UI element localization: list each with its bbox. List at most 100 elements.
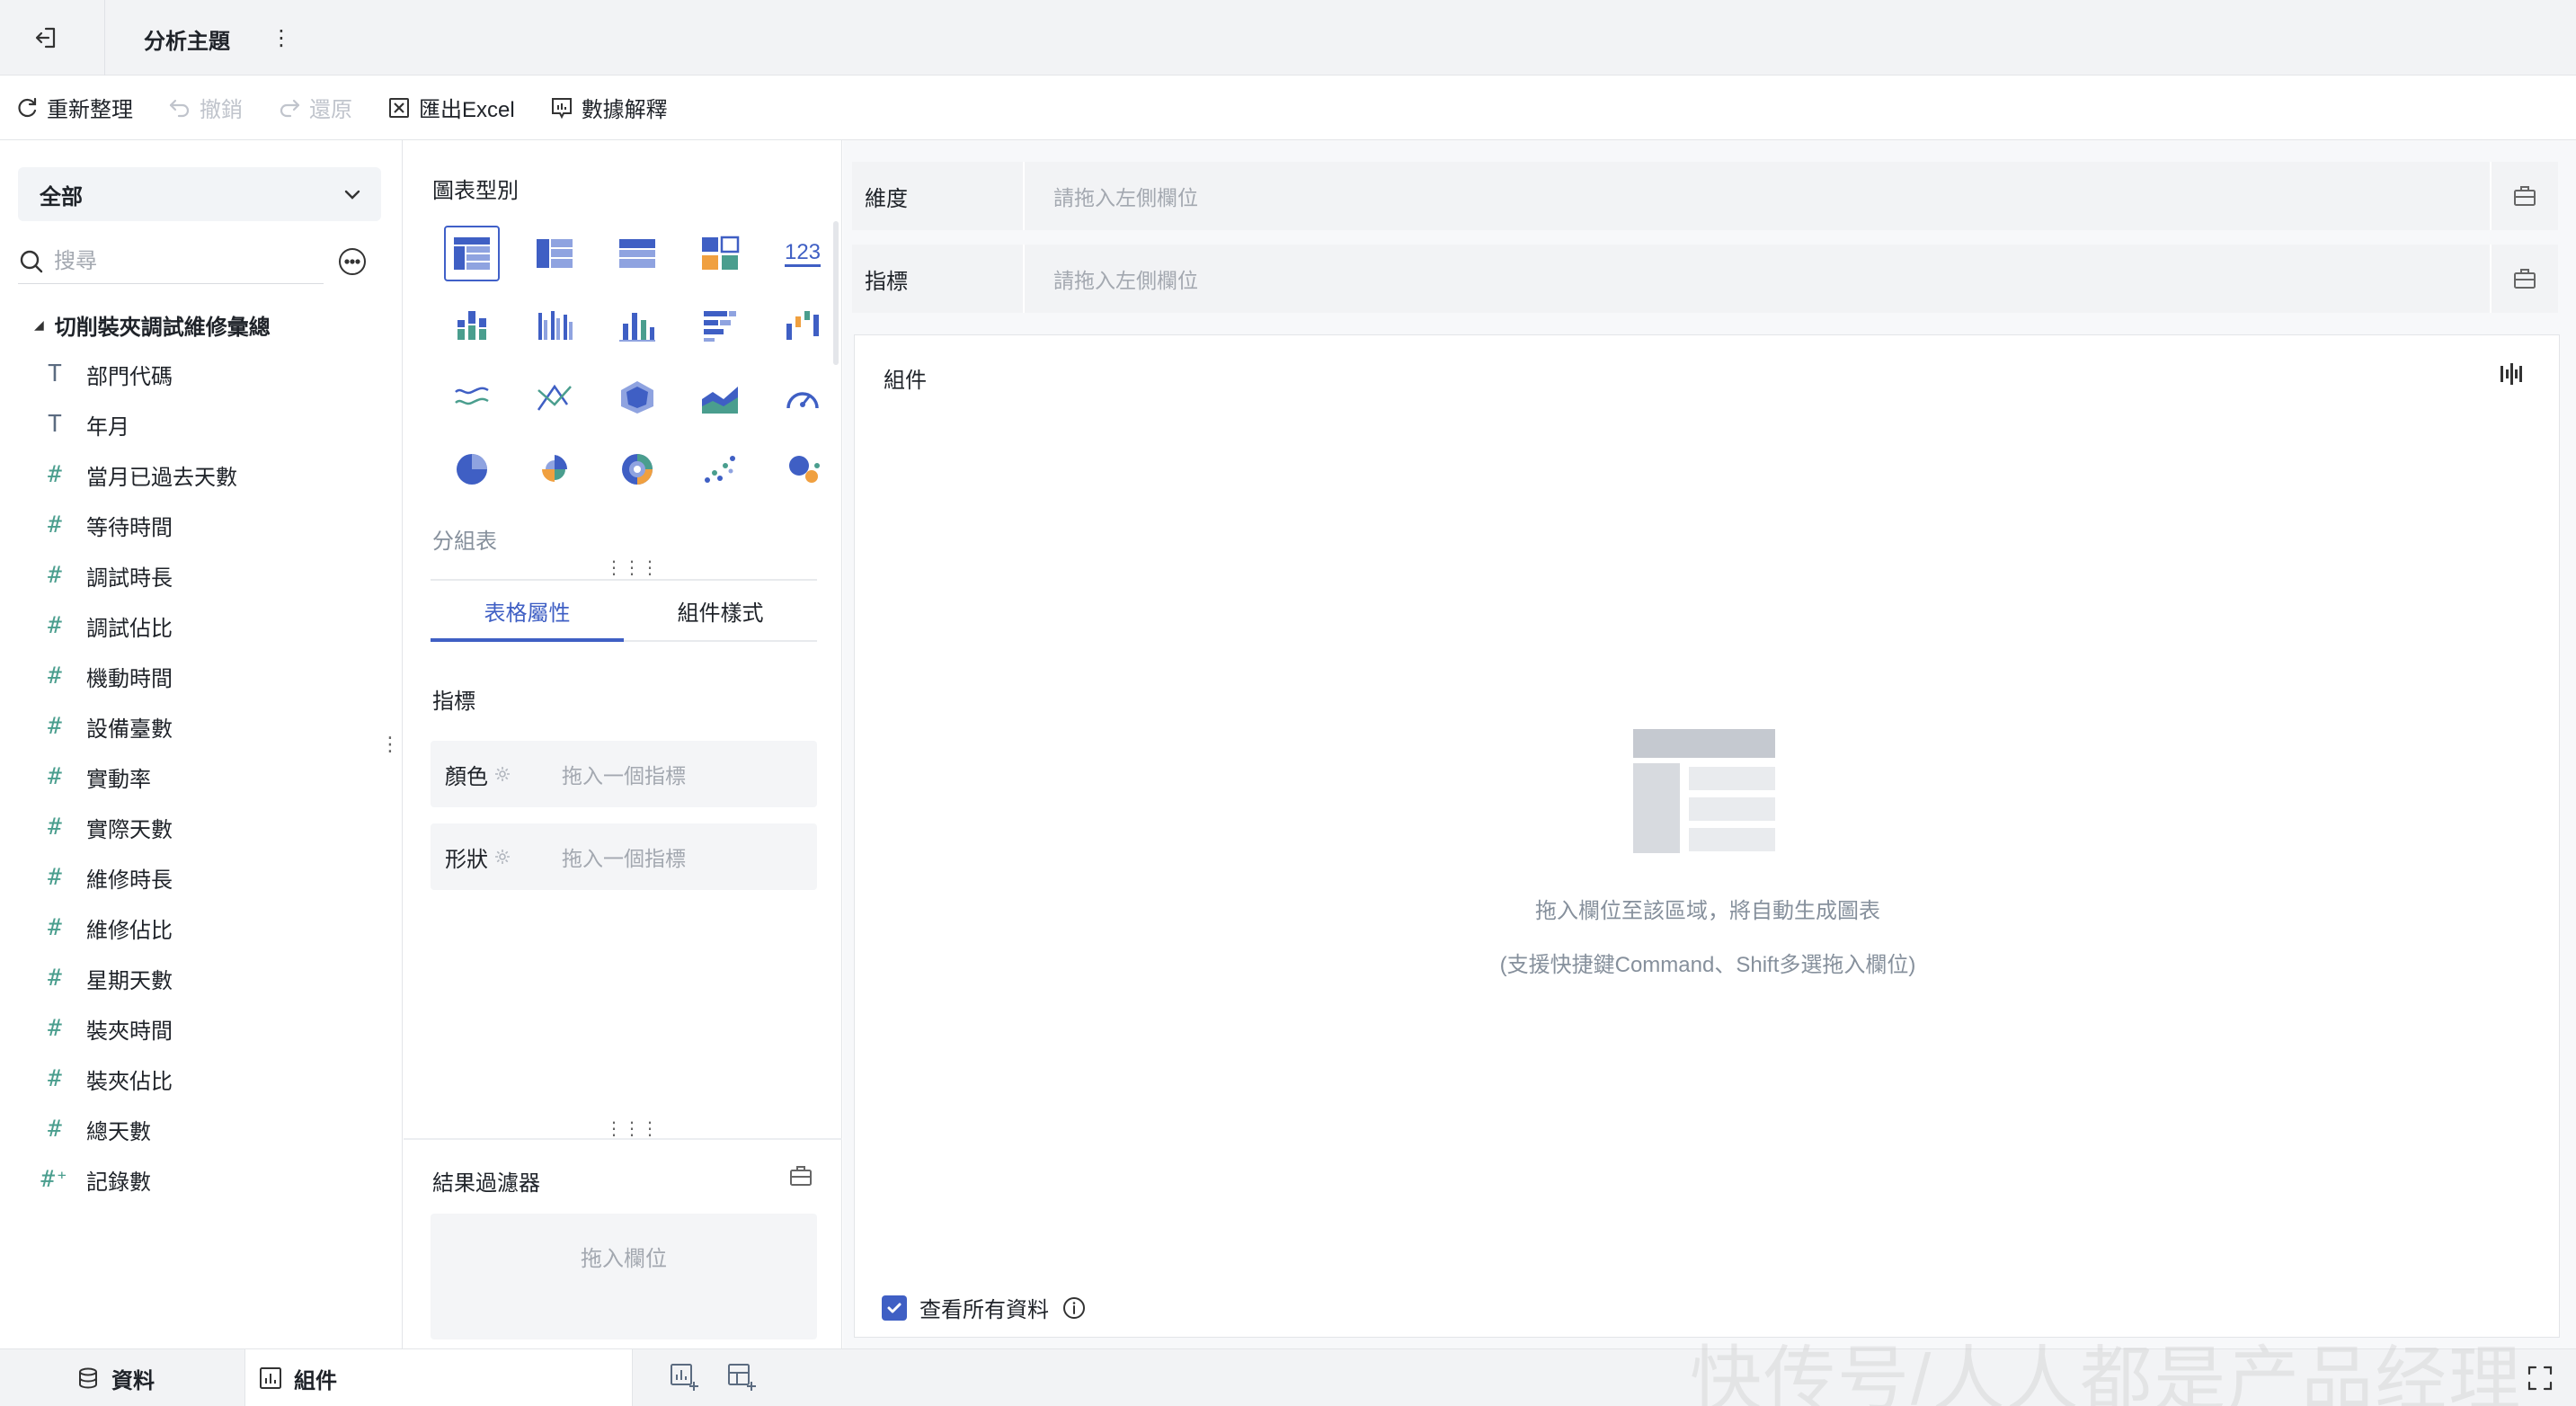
component-canvas[interactable]: 組件 拖入欄位至該區域，將自動生成圖表 (支援快捷鍵Command、Shift多…	[854, 334, 2560, 1338]
excel-icon	[389, 97, 409, 118]
field-label: 裝夾時間	[86, 1019, 173, 1044]
field-item[interactable]: # 星期天數	[40, 953, 381, 1003]
field-item[interactable]: # 總天數	[40, 1104, 381, 1154]
dataset-dropdown[interactable]: 全部	[18, 167, 381, 221]
chart-type-radar[interactable]	[596, 361, 679, 433]
database-icon	[79, 1367, 97, 1389]
shape-label: 形狀	[445, 847, 488, 872]
dimension-config-button[interactable]	[2490, 162, 2558, 230]
chart-type-waterfall[interactable]	[761, 289, 844, 361]
metric-drop-zone[interactable]: 請拖入左側欄位	[1025, 245, 2490, 313]
settings-gear-icon[interactable]	[493, 848, 511, 866]
number-field-icon: #	[48, 512, 62, 538]
chart-type-bubble[interactable]	[761, 433, 844, 505]
tab-components[interactable]: 組件	[244, 1349, 633, 1406]
add-component-icon[interactable]	[669, 1362, 699, 1393]
number-field-icon: #⁺	[40, 1166, 69, 1193]
chart-type-scrollbar[interactable]	[833, 221, 839, 365]
number-field-icon: #	[48, 713, 62, 740]
kpi-icon-text: 123	[785, 240, 821, 264]
color-label-wrap: 顏色	[445, 759, 511, 790]
chart-type-grouped-table[interactable]	[431, 218, 513, 289]
result-filter-drop-zone[interactable]: 拖入欄位	[431, 1214, 817, 1339]
dimension-label: 維度	[852, 162, 1025, 230]
field-item[interactable]: # 調試佔比	[40, 601, 381, 651]
field-item[interactable]: # 等待時間	[40, 500, 381, 550]
text-field-icon: T	[48, 411, 62, 438]
chart-type-kpi[interactable]: 123	[761, 218, 844, 289]
redo-icon	[280, 99, 300, 117]
tab-components-label: 組件	[294, 1368, 337, 1393]
field-item[interactable]: # 實動率	[40, 752, 381, 802]
fullscreen-icon[interactable]	[2526, 1364, 2554, 1393]
chart-type-grouped-column[interactable]	[513, 289, 596, 361]
refresh-button[interactable]: 重新整理	[14, 90, 133, 126]
column-chart-icon	[619, 313, 655, 342]
data-explain-button[interactable]: 數據解釋	[549, 90, 668, 126]
field-item[interactable]: T 部門代碼	[40, 349, 381, 399]
chart-settings-icon[interactable]	[2498, 360, 2525, 387]
view-all-data-checkbox[interactable]: 查看所有資料	[882, 1292, 1087, 1323]
exit-button[interactable]	[29, 20, 65, 56]
chart-type-detail-table[interactable]	[513, 218, 596, 289]
settings-gear-icon[interactable]	[493, 765, 511, 783]
redo-button[interactable]: 還原	[277, 90, 352, 126]
combo-line-icon	[537, 384, 572, 411]
number-field-icon: #	[48, 461, 62, 488]
dimension-drop-zone[interactable]: 請拖入左側欄位	[1025, 162, 2490, 230]
empty-hint-shortcut: (支援快捷鍵Command、Shift多選拖入欄位)	[1499, 953, 1916, 977]
add-dashboard-icon[interactable]	[726, 1362, 757, 1393]
more-circle-icon[interactable]	[337, 246, 368, 277]
undo-button[interactable]: 撤銷	[167, 90, 243, 126]
chart-type-rose[interactable]	[513, 433, 596, 505]
field-item[interactable]: T 年月	[40, 399, 381, 449]
number-field-icon: #	[48, 663, 62, 690]
field-item[interactable]: # 設備臺數	[40, 701, 381, 752]
field-item[interactable]: # 實際天數	[40, 802, 381, 852]
grouped-column-icon	[538, 311, 573, 340]
field-item[interactable]: # 調試時長	[40, 550, 381, 601]
chart-type-line[interactable]	[431, 361, 513, 433]
chart-type-card[interactable]	[679, 218, 761, 289]
filter-divider	[404, 1138, 842, 1140]
radar-icon	[621, 381, 653, 414]
chart-type-pie[interactable]	[431, 433, 513, 505]
detail-table-icon	[537, 239, 573, 268]
export-excel-button[interactable]: 匯出Excel	[386, 90, 515, 126]
tab-table-properties[interactable]: 表格屬性	[431, 581, 624, 642]
waterfall-icon	[786, 311, 819, 340]
info-icon[interactable]	[1061, 1295, 1087, 1321]
dataset-tree-root[interactable]: ◢ 切削裝夾調試維修彙總	[34, 302, 271, 347]
chart-type-column[interactable]	[596, 289, 679, 361]
chart-type-multi-pie[interactable]	[596, 433, 679, 505]
chart-type-combo[interactable]	[513, 361, 596, 433]
chart-type-gauge[interactable]	[761, 361, 844, 433]
field-item[interactable]: # 維修佔比	[40, 903, 381, 953]
metric-config-button[interactable]	[2490, 245, 2558, 313]
section-resizer-bottom[interactable]: ⋮⋮⋮	[605, 1120, 659, 1138]
color-label: 顏色	[445, 764, 488, 789]
section-resizer-top[interactable]: ⋮⋮⋮	[605, 559, 659, 577]
more-options-button[interactable]: ⋮	[270, 22, 293, 54]
color-drop-zone[interactable]: 顏色 拖入一個指標	[431, 741, 817, 807]
chart-type-area[interactable]	[679, 361, 761, 433]
chart-type-stacked-column[interactable]	[431, 289, 513, 361]
field-item[interactable]: # 機動時間	[40, 651, 381, 701]
briefcase-icon[interactable]	[788, 1163, 813, 1188]
shape-drop-zone[interactable]: 形狀 拖入一個指標	[431, 823, 817, 890]
chart-type-scatter[interactable]	[679, 433, 761, 505]
search-input[interactable]	[54, 248, 297, 274]
field-item[interactable]: # 裝夾佔比	[40, 1054, 381, 1104]
field-item[interactable]: # 當月已過去天數	[40, 449, 381, 500]
chart-type-cross-table[interactable]	[596, 218, 679, 289]
field-item[interactable]: # 裝夾時間	[40, 1003, 381, 1054]
tab-component-style[interactable]: 組件樣式	[624, 581, 817, 640]
field-label: 等待時間	[86, 515, 173, 540]
field-item[interactable]: #⁺ 記錄數	[40, 1154, 381, 1205]
dataset-name: 切削裝夾調試維修彙總	[54, 315, 271, 340]
chart-type-bar[interactable]	[679, 289, 761, 361]
tab-data[interactable]: 資料	[76, 1349, 155, 1406]
field-item[interactable]: # 維修時長	[40, 852, 381, 903]
checkbox-checked[interactable]	[882, 1295, 907, 1321]
field-label: 總天數	[86, 1119, 151, 1144]
